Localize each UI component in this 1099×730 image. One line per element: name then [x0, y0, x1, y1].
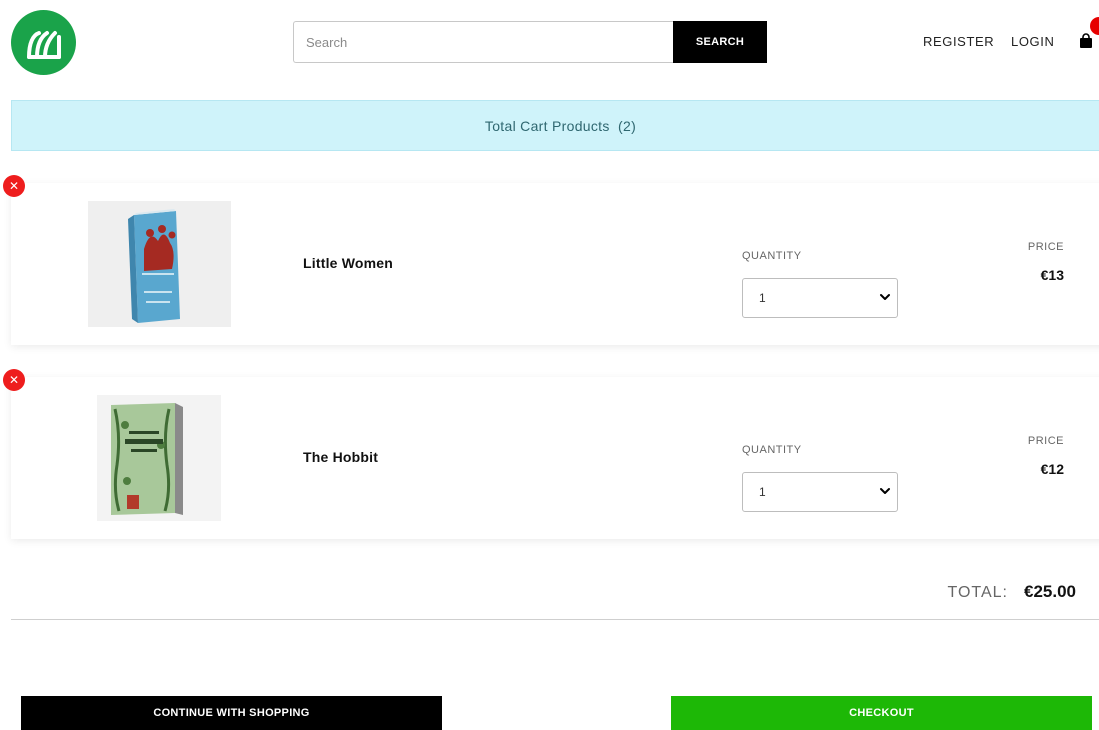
total-value: €25.00	[1024, 582, 1076, 601]
price-label: PRICE	[1027, 435, 1064, 447]
search-input[interactable]	[293, 21, 673, 63]
cart-item: Little Women QUANTITY 1 PRICE €13	[11, 183, 1099, 345]
continue-shopping-button[interactable]: CONTINUE WITH SHOPPING	[21, 696, 442, 730]
cart-item: The Hobbit QUANTITY 1 PRICE €12	[11, 377, 1099, 539]
close-icon: ✕	[8, 179, 20, 193]
book-cover-image	[88, 201, 231, 327]
price-label: PRICE	[1027, 241, 1064, 253]
divider	[11, 619, 1099, 620]
quantity-select[interactable]: 1	[742, 472, 898, 512]
quantity-label: QUANTITY	[742, 444, 802, 456]
product-name[interactable]: Little Women	[303, 255, 393, 271]
brand-logo-icon[interactable]	[11, 10, 76, 75]
cart-total: TOTAL: €25.00	[947, 582, 1076, 602]
checkout-button[interactable]: CHECKOUT	[671, 696, 1092, 730]
price-value: €13	[1040, 267, 1064, 283]
shopping-bag-icon[interactable]	[1079, 33, 1093, 49]
remove-item-button[interactable]: ✕	[3, 175, 25, 197]
register-link[interactable]: REGISTER	[923, 34, 994, 49]
close-icon: ✕	[8, 373, 20, 387]
price-value: €12	[1040, 461, 1064, 477]
cart-summary-banner: Total Cart Products (2)	[11, 100, 1099, 151]
product-name[interactable]: The Hobbit	[303, 449, 378, 465]
search-button[interactable]: SEARCH	[673, 21, 767, 63]
quantity-label: QUANTITY	[742, 250, 802, 262]
banner-text: Total Cart Products (2)	[484, 117, 637, 134]
quantity-select[interactable]: 1	[742, 278, 898, 318]
search-bar: SEARCH	[293, 21, 767, 63]
login-link[interactable]: LOGIN	[1011, 34, 1054, 49]
product-image-little-women[interactable]	[88, 201, 231, 327]
logo-mark	[26, 30, 61, 59]
book-cover-image	[97, 395, 221, 521]
total-label: TOTAL:	[947, 584, 1008, 601]
remove-item-button[interactable]: ✕	[3, 369, 25, 391]
product-image-the-hobbit[interactable]	[97, 395, 221, 521]
